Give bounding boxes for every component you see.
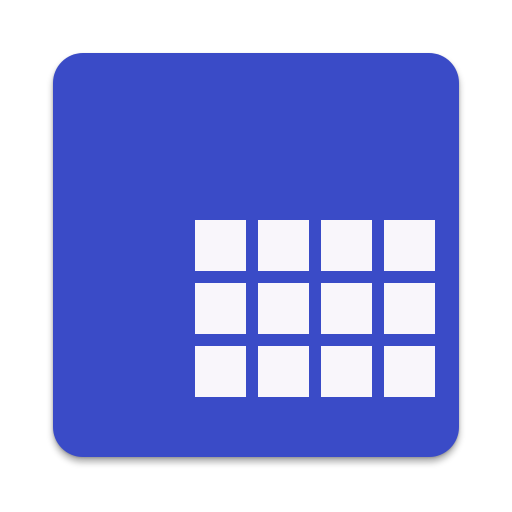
grid-tile [384,283,435,334]
grid-tile [258,220,309,271]
grid-tile [321,283,372,334]
grid-tile [384,220,435,271]
grid-icon [195,220,436,397]
grid-tile [195,283,246,334]
grid-tile [384,346,435,397]
grid-tile [195,220,246,271]
grid-tile [321,346,372,397]
grid-tile [258,283,309,334]
grid-tile [195,346,246,397]
grid-tile [258,346,309,397]
app-icon[interactable] [53,53,459,457]
grid-tile [321,220,372,271]
icon-canvas [0,0,512,512]
